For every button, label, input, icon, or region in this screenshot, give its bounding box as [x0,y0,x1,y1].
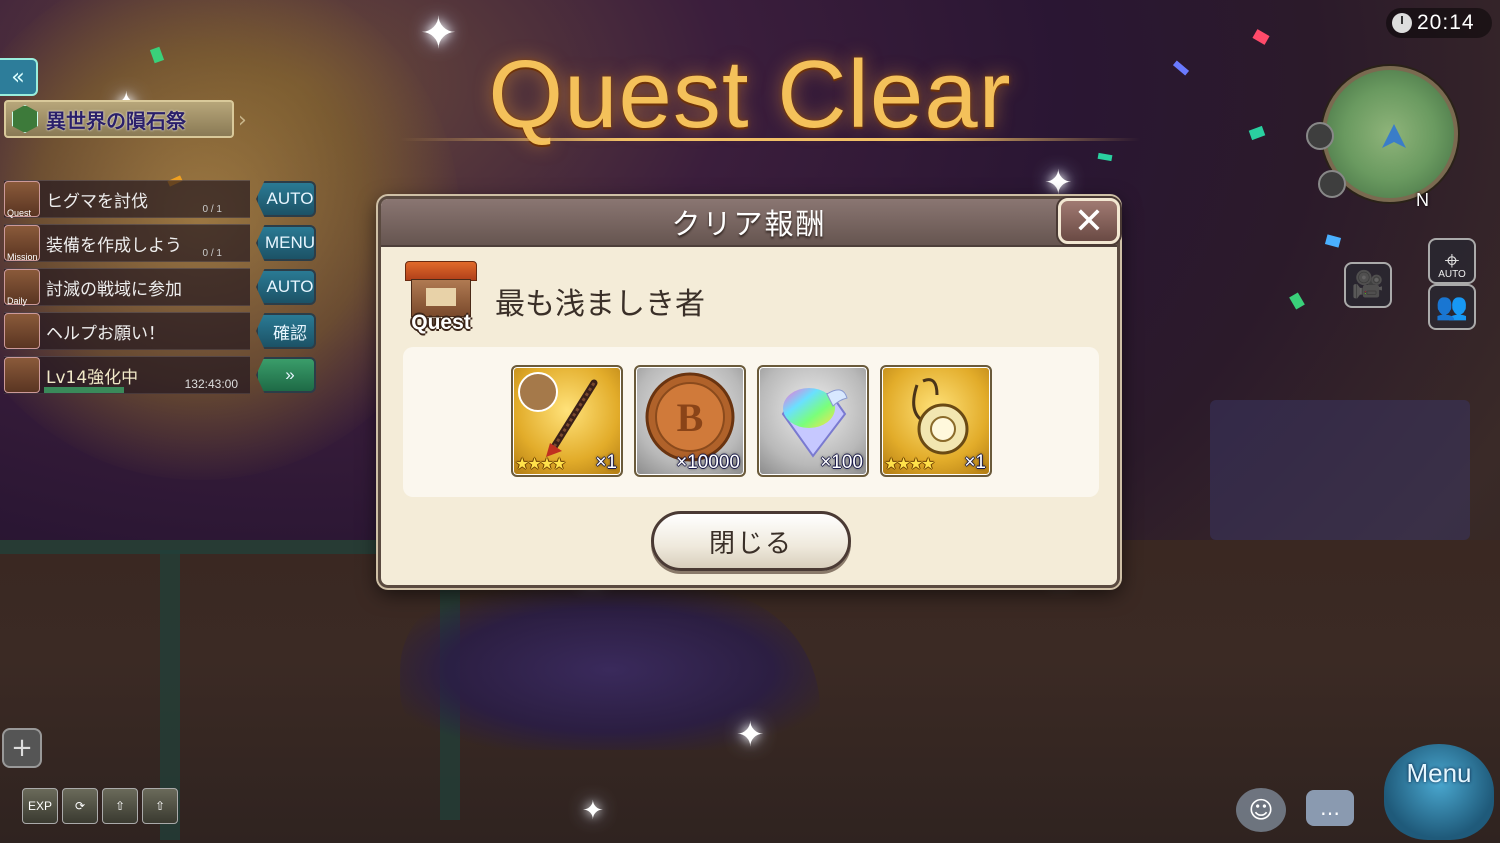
fast-forward-icon: » [285,365,295,384]
mission-icon: Mission [4,225,40,262]
confetti [1248,125,1266,141]
svg-text:B: B [677,395,704,440]
event-title: 異世界の隕石祭 [46,108,186,133]
mission-label: ヒグマを討伐 [46,191,148,212]
rarity-stars: ★★★★ [884,454,935,473]
gold-boost-icon[interactable]: ⟳ [62,788,98,824]
clock-icon [1392,13,1412,33]
mission-progress: 0 / 1 [202,248,222,259]
party-icon: 👥 [1435,292,1469,322]
mission-category: Mission [7,252,38,262]
mission-row-upgrade[interactable]: Lv14強化中 132:43:00 [4,356,250,394]
event-banner[interactable]: 異世界の隕石祭 [4,100,234,138]
mission-category: Daily [7,296,28,306]
title-underline [400,138,1140,141]
quest-board-icon: Quest [403,261,479,339]
reward-quantity: ×10000 [676,452,740,473]
drop-boost-icon[interactable]: ⇧ [102,788,138,824]
speed-up-button[interactable]: » [256,357,316,393]
mission-category: Quest [7,208,32,218]
sparkle: ✦ [1044,163,1073,203]
event-emblem-icon [12,105,38,133]
quest-tag: Quest [411,311,471,334]
sparkle: ✦ [736,715,765,755]
confetti [1324,234,1342,248]
accessory-reward[interactable]: ★★★★ ×1 [880,365,992,477]
mission-label: ヘルプお願い！ [46,323,165,344]
rainbow-crystal-icon [781,387,848,458]
coin-reward[interactable]: B ×10000 [634,365,746,477]
auto-battle-button[interactable]: ⌖ AUTO [1428,238,1476,284]
crystal-reward[interactable]: ×100 [757,365,869,477]
clear-reward-dialog: クリア報酬 Quest 最も浅ましき者 ★★★★ ×1 B ×10000 ×10… [378,196,1120,588]
close-dialog-button[interactable]: 閉じる [651,511,851,571]
confetti [1289,292,1305,310]
clock: 20:14 [1386,8,1492,38]
confetti [1252,29,1270,45]
clock-time: 20:14 [1417,11,1475,34]
emote-icon: ☺ [1248,796,1274,824]
upgrade-progress-bar [44,387,124,393]
menu-label: Menu [1406,758,1472,788]
camera-icon: 🎥 [1351,270,1385,300]
auto-button[interactable]: AUTO [256,269,316,305]
rarity-stars: ★★★★ [515,454,566,473]
quest-clear-title: Quest Clear [488,41,1012,148]
exp-boost-icon[interactable]: EXP [22,788,58,824]
compass-north: N [1416,190,1429,210]
background-fence [0,540,380,554]
dialog-header: クリア報酬 [381,199,1117,247]
chevron-right-icon[interactable]: › [238,108,247,133]
spear-reward[interactable]: ★★★★ ×1 [511,365,623,477]
reward-quantity: ×100 [820,452,863,473]
auto-label: AUTO [1438,269,1466,280]
minimap-toggle-button[interactable] [1318,170,1346,198]
handshake-icon [4,313,40,349]
craft-boost-icon[interactable]: ⇧ [142,788,178,824]
sparkle: ✦ [582,796,604,826]
daily-icon: Daily [4,269,40,306]
menu-shortcut-button[interactable]: MENU [256,225,316,261]
collapse-button[interactable]: « [0,58,38,96]
menu-button[interactable]: Menu [1384,744,1494,840]
chat-button[interactable]: … [1306,790,1354,826]
necklace-icon [912,377,969,455]
quest-icon: Quest [4,181,40,218]
reward-quantity: ×1 [964,452,986,473]
add-shortcut-button[interactable]: + [2,728,42,768]
emote-button[interactable]: ☺ [1236,788,1286,832]
quest-roof [405,261,477,281]
minimap-zoom-button[interactable] [1306,122,1334,150]
double-chevron-left-icon: « [11,64,25,90]
reward-quantity: ×1 [595,452,617,473]
quest-name: 最も浅ましき者 [495,287,705,322]
mission-label: 討滅の戦域に参加 [46,279,182,300]
coin-icon: B [645,372,735,462]
mission-progress: 0 / 1 [202,204,222,215]
plus-icon: + [11,733,33,763]
mission-row-mission[interactable]: Mission 装備を作成しよう 0 / 1 [4,224,250,262]
upgrade-timer: 132:43:00 [184,377,238,391]
background-building [1210,400,1470,540]
confetti [1172,60,1190,76]
mission-row-help[interactable]: ヘルプお願い！ [4,312,250,350]
chat-icon: … [1320,796,1340,820]
reward-list: ★★★★ ×1 B ×10000 ×100 ★★★★ ×1 [403,347,1099,497]
upgrade-label: Lv14強化中 [46,367,139,388]
mission-row-daily[interactable]: Daily 討滅の戦域に参加 [4,268,250,306]
auto-button[interactable]: AUTO [256,181,316,217]
sparkle: ✦ [420,8,457,59]
mission-label: 装備を作成しよう [46,235,182,256]
confetti [1097,152,1113,162]
treasure-chest-icon [4,357,40,393]
confirm-button[interactable]: 確認 [256,313,316,349]
mission-row-quest[interactable]: Quest ヒグマを討伐 0 / 1 [4,180,250,218]
close-icon: ✕ [1073,200,1105,242]
dialog-title: クリア報酬 [671,207,827,241]
party-button[interactable]: 👥 [1428,284,1476,330]
player-marker-icon [1382,124,1406,148]
dialog-close-x-button[interactable]: ✕ [1058,198,1120,244]
camera-button[interactable]: 🎥 [1344,262,1392,308]
spear-icon [546,379,598,457]
